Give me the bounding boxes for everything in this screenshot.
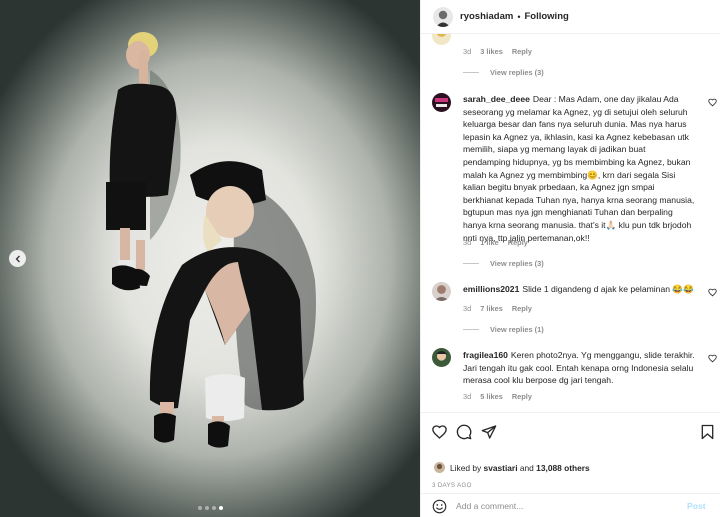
- comment-username[interactable]: fragilea160: [463, 350, 508, 360]
- following-button[interactable]: Following: [524, 11, 568, 22]
- view-replies-button[interactable]: View replies (3): [463, 68, 544, 77]
- avatar-image: [432, 34, 451, 45]
- post-header: ryoshiadam • Following: [421, 0, 720, 34]
- comments-list[interactable]: 3d 3 likes Reply View replies (3) sarah_…: [421, 34, 720, 412]
- author-avatar[interactable]: [433, 6, 453, 27]
- heart-icon[interactable]: [708, 98, 717, 107]
- avatar-image: [433, 6, 453, 27]
- view-replies-button[interactable]: View replies (3): [463, 259, 544, 268]
- carousel-indicator: [198, 506, 223, 510]
- post-sidebar: ryoshiadam • Following 3d 3 likes Reply …: [420, 0, 720, 517]
- divider: [463, 329, 479, 330]
- comment-time: 3d: [463, 392, 472, 401]
- comment-time: 3d: [463, 238, 472, 247]
- likes-summary: Liked by svastiari and 13,088 others: [434, 462, 590, 473]
- reply-button[interactable]: Reply: [508, 238, 528, 247]
- reply-button[interactable]: Reply: [512, 47, 532, 56]
- comment-meta: 3d 3 likes Reply: [463, 47, 532, 56]
- comment-time: 3d: [463, 304, 472, 313]
- comment-text: sarah_dee_deee Dear : Mas Adam, one day j…: [463, 93, 695, 244]
- comment-avatar[interactable]: [432, 34, 451, 45]
- comment-icon[interactable]: [456, 424, 472, 440]
- comment-meta: 3d 5 likes Reply: [463, 392, 532, 401]
- carousel-prev-button[interactable]: [9, 250, 26, 267]
- comment-avatar[interactable]: [432, 348, 451, 367]
- view-replies-label: View replies (3): [490, 68, 544, 77]
- likes-and: and: [519, 462, 534, 473]
- comment-likes[interactable]: 1 like: [480, 238, 499, 247]
- comment-avatar[interactable]: [432, 93, 451, 112]
- bookmark-icon[interactable]: [701, 424, 714, 440]
- share-icon[interactable]: [481, 424, 497, 440]
- avatar-image: [432, 348, 451, 367]
- comment-username[interactable]: emillions2021: [463, 284, 519, 294]
- comment-username[interactable]: sarah_dee_deee: [463, 94, 530, 104]
- liked-by-label: Liked by: [450, 462, 482, 473]
- comment-meta: 3d 7 likes Reply: [463, 304, 532, 313]
- post-photo[interactable]: [0, 0, 420, 517]
- emoji-icon[interactable]: [432, 499, 447, 514]
- comment-text: fragilea160 Keren photo2nya. Yg menggangu…: [463, 349, 695, 387]
- author-username[interactable]: ryoshiadam: [460, 11, 513, 22]
- comment-avatar[interactable]: [432, 282, 451, 301]
- carousel-dot: [205, 506, 209, 510]
- photo-scene: [106, 32, 316, 448]
- comment-time: 3d: [463, 47, 472, 56]
- carousel-dot: [198, 506, 202, 510]
- post-timestamp: 3 DAYS AGO: [432, 482, 472, 489]
- header-separator: •: [517, 11, 521, 22]
- divider: [463, 263, 479, 264]
- liker-avatar[interactable]: [434, 462, 445, 473]
- post-comment-button[interactable]: Post: [687, 501, 706, 511]
- add-comment-bar: Add a comment... Post: [421, 493, 720, 517]
- avatar-image: [432, 93, 451, 112]
- avatar-image: [434, 462, 445, 473]
- carousel-dot-active: [219, 506, 223, 510]
- carousel-dot: [212, 506, 216, 510]
- comment-likes[interactable]: 5 likes: [480, 392, 503, 401]
- likes-count[interactable]: 13,088 others: [536, 463, 590, 473]
- view-replies-label: View replies (3): [490, 259, 544, 268]
- chevron-left-icon: [15, 255, 20, 262]
- divider: [463, 72, 479, 73]
- view-replies-label: View replies (1): [490, 325, 544, 334]
- comment-likes[interactable]: 3 likes: [480, 47, 503, 56]
- comment-likes[interactable]: 7 likes: [480, 304, 503, 313]
- heart-icon[interactable]: [708, 288, 717, 297]
- heart-icon[interactable]: [431, 424, 448, 440]
- comment-content: Dear : Mas Adam, one day jikalau Ada ses…: [463, 94, 695, 243]
- heart-icon[interactable]: [708, 354, 717, 363]
- reply-button[interactable]: Reply: [512, 392, 532, 401]
- comment-input[interactable]: Add a comment...: [456, 501, 681, 511]
- comment-content: Slide 1 digandeng d ajak ke pelaminan 😂😂: [522, 284, 694, 294]
- reply-button[interactable]: Reply: [512, 304, 532, 313]
- avatar-image: [432, 282, 451, 301]
- view-replies-button[interactable]: View replies (1): [463, 325, 544, 334]
- comment-meta: 3d 1 like Reply: [463, 238, 528, 247]
- post-actions: Liked by svastiari and 13,088 others 3 D…: [421, 412, 720, 517]
- comment-text: emillions2021 Slide 1 digandeng d ajak ke…: [463, 283, 695, 296]
- liker-username[interactable]: svastiari: [484, 463, 518, 473]
